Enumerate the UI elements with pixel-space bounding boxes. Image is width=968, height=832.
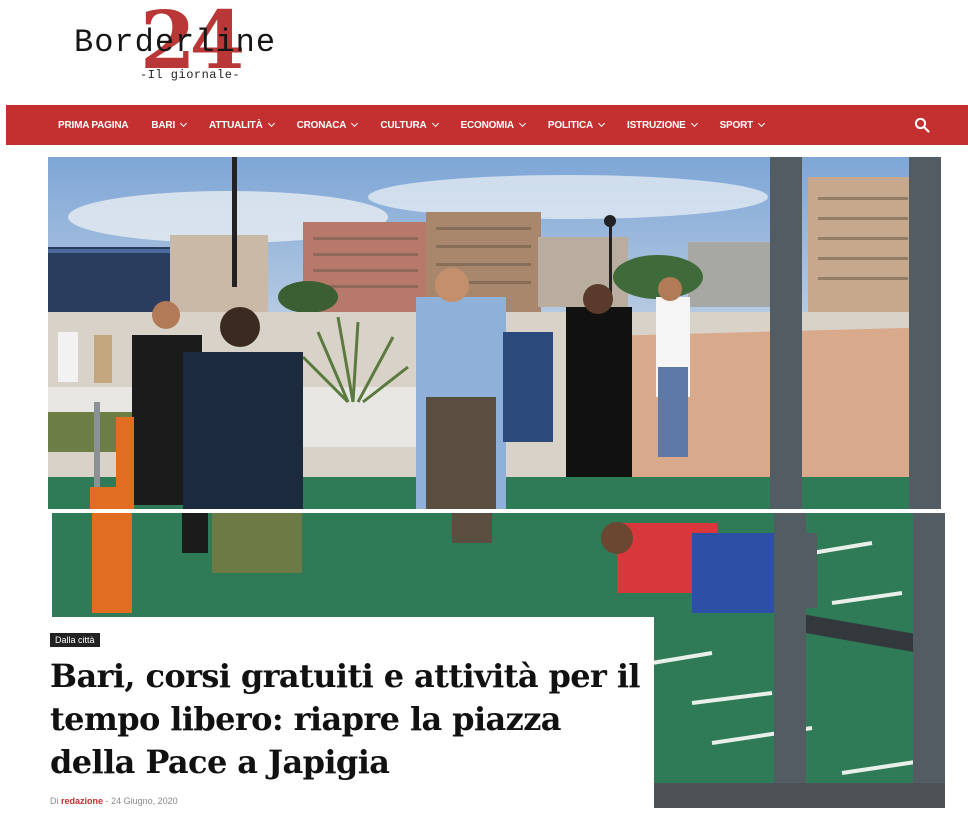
- featured-image-top[interactable]: [48, 157, 941, 509]
- chevron-down-icon: [597, 119, 606, 128]
- article-meta: Di redazione - 24 Giugno, 2020: [50, 796, 178, 806]
- nav-item-label: CULTURA: [380, 119, 427, 131]
- chevron-down-icon: [757, 119, 766, 128]
- chevron-down-icon: [690, 119, 698, 128]
- nav-item-label: SPORT: [719, 119, 754, 131]
- meta-separator: -: [105, 796, 109, 806]
- site-logo[interactable]: 24 Borderline -Il giornale-: [74, 0, 314, 90]
- article-header: Dalla città Bari, corsi gratuiti e attiv…: [14, 617, 654, 832]
- nav-item-bari[interactable]: BARI: [151, 119, 188, 131]
- nav-item-politica[interactable]: POLITICA: [547, 119, 606, 131]
- chevron-down-icon: [518, 119, 526, 128]
- author-link[interactable]: redazione: [61, 796, 103, 806]
- main-nav: PRIMA PAGINA BARI ATTUALITÀ CRONACA CULT…: [6, 105, 968, 145]
- chevron-down-icon: [180, 119, 188, 128]
- nav-item-label: ECONOMIA: [460, 119, 515, 131]
- nav-item-istruzione[interactable]: ISTRUZIONE: [627, 119, 698, 131]
- nav-item-attualita[interactable]: ATTUALITÀ: [209, 119, 275, 131]
- article-date: 24 Giugno, 2020: [111, 796, 178, 806]
- article-title[interactable]: Bari, corsi gratuiti e attività per il t…: [50, 655, 641, 784]
- chevron-down-icon: [267, 119, 275, 128]
- author-prefix: Di: [50, 796, 59, 806]
- nav-item-cultura[interactable]: CULTURA: [380, 119, 439, 131]
- category-badge[interactable]: Dalla città: [50, 633, 100, 647]
- logo-tagline: -Il giornale-: [140, 68, 241, 82]
- chevron-down-icon: [351, 119, 359, 128]
- nav-item-economia[interactable]: ECONOMIA: [460, 119, 526, 131]
- nav-item-label: CRONACA: [296, 119, 347, 131]
- nav-item-label: POLITICA: [547, 119, 593, 131]
- nav-item-label: PRIMA PAGINA: [58, 119, 129, 131]
- search-icon[interactable]: [914, 117, 930, 133]
- nav-list: PRIMA PAGINA BARI ATTUALITÀ CRONACA CULT…: [58, 120, 787, 131]
- nav-item-cronaca[interactable]: CRONACA: [296, 119, 359, 131]
- site-header: 24 Borderline -Il giornale-: [0, 0, 968, 104]
- nav-item-label: ISTRUZIONE: [627, 119, 686, 131]
- nav-item-label: BARI: [151, 119, 176, 131]
- chevron-down-icon: [431, 119, 439, 128]
- logo-wordmark: Borderline: [74, 24, 277, 61]
- nav-item-label: ATTUALITÀ: [209, 119, 263, 131]
- nav-item-sport[interactable]: SPORT: [719, 119, 766, 131]
- nav-item-prima-pagina[interactable]: PRIMA PAGINA: [58, 119, 129, 131]
